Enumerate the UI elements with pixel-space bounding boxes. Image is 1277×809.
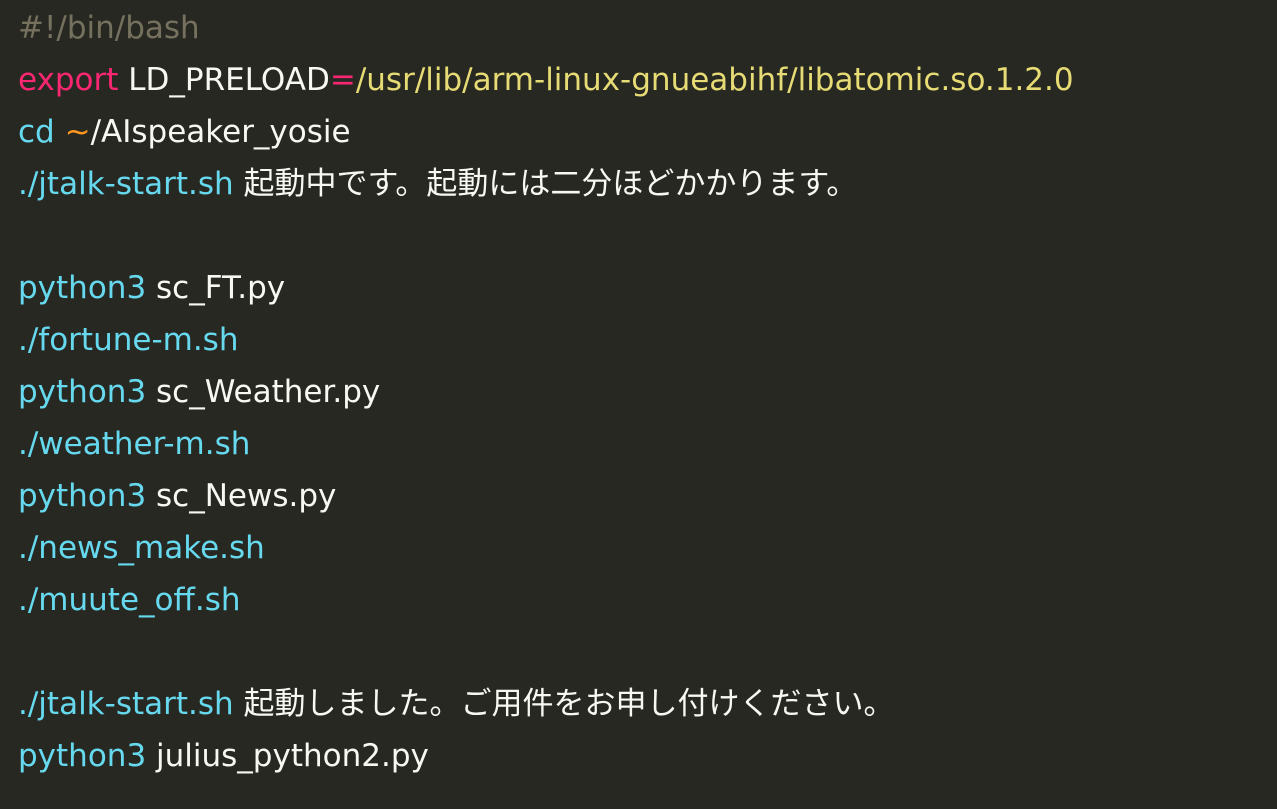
code-token-plain: 起動中です。起動には二分ほどかかります。	[233, 166, 858, 202]
code-token-plain: /AIspeaker_yosie	[90, 114, 351, 150]
code-editor[interactable]: #!/bin/bash export LD_PRELOAD=/usr/lib/ar…	[0, 0, 1277, 809]
code-line: python3 julius_python2.py	[18, 736, 1277, 788]
code-token-keyword: export	[18, 62, 119, 98]
code-token-func: ./muute_off.sh	[18, 582, 241, 618]
code-token-func: python3	[18, 738, 147, 774]
code-token-func: ./news_make.sh	[18, 530, 265, 566]
code-token-func: cd	[18, 114, 55, 150]
code-token-string: /usr/lib/arm-linux-gnueabihf/libatomic.s…	[355, 62, 1074, 98]
code-token-keyword: =	[329, 62, 356, 98]
code-line: python3 sc_Weather.py	[18, 372, 1277, 424]
code-token-plain: julius_python2.py	[146, 738, 429, 774]
code-line: export LD_PRELOAD=/usr/lib/arm-linux-gnu…	[18, 60, 1277, 112]
code-line: ./fortune-m.sh	[18, 320, 1277, 372]
code-token-func: python3	[18, 478, 147, 514]
code-token-plain: 起動しました。ご用件をお申し付けください。	[233, 686, 895, 722]
code-line: ./muute_off.sh	[18, 580, 1277, 632]
code-line: cd ~/AIspeaker_yosie	[18, 112, 1277, 164]
code-token-func: ./jtalk-start.sh	[18, 166, 234, 202]
code-token-plain: sc_Weather.py	[146, 374, 381, 410]
code-line: python3 sc_News.py	[18, 476, 1277, 528]
code-line: ./weather-m.sh	[18, 424, 1277, 476]
code-line: ./jtalk-start.sh 起動しました。ご用件をお申し付けください。	[18, 684, 1277, 736]
code-line: ./news_make.sh	[18, 528, 1277, 580]
code-token-op: ~	[64, 114, 91, 150]
code-token-comment: #!/bin/bash	[18, 10, 200, 46]
code-token-func: ./jtalk-start.sh	[18, 686, 234, 722]
code-token-func: python3	[18, 374, 147, 410]
code-token-func: python3	[18, 270, 147, 306]
code-line: ./jtalk-start.sh 起動中です。起動には二分ほどかかります。	[18, 164, 1277, 216]
code-token-plain: LD_PRELOAD	[118, 62, 330, 98]
code-token-plain: sc_News.py	[146, 478, 337, 514]
code-token-plain: sc_FT.py	[146, 270, 286, 306]
code-line: python3 sc_FT.py	[18, 268, 1277, 320]
code-token-func: ./fortune-m.sh	[18, 322, 239, 358]
code-line: #!/bin/bash	[18, 8, 1277, 60]
code-token-func: ./weather-m.sh	[18, 426, 251, 462]
